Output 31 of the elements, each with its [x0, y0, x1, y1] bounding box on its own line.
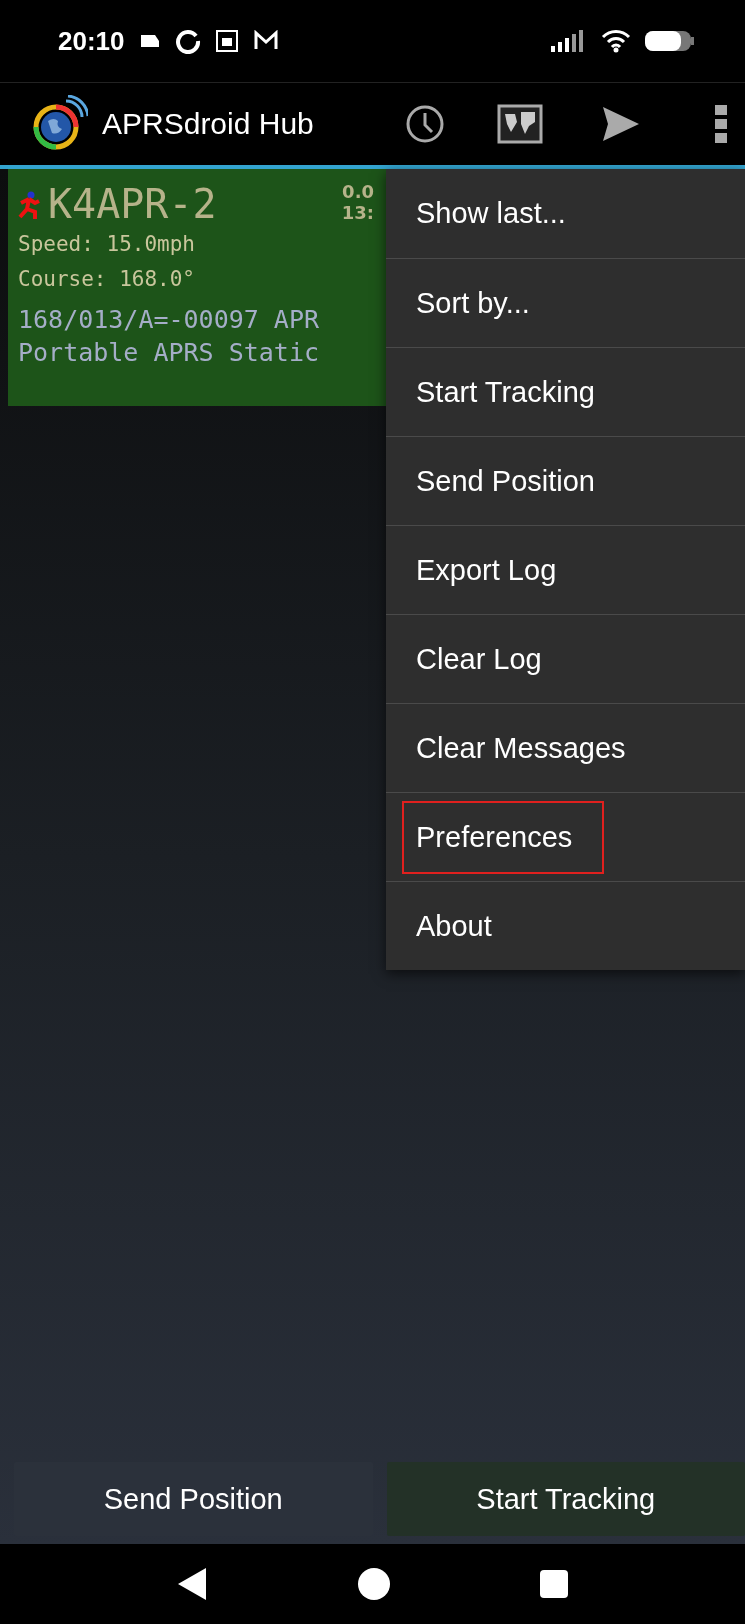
- mail-icon: [252, 30, 279, 52]
- menu-item[interactable]: Export Log: [402, 533, 589, 607]
- more-icon[interactable]: [715, 105, 727, 143]
- callsign: K4APR-2: [48, 181, 218, 227]
- menu-item[interactable]: Show last...: [402, 177, 598, 250]
- map-icon[interactable]: [497, 104, 543, 144]
- recents-icon[interactable]: [539, 1570, 568, 1598]
- menu-item[interactable]: Send Position: [402, 444, 627, 518]
- menu-item[interactable]: About: [402, 889, 524, 963]
- runner-icon: [18, 191, 40, 221]
- clock-icon[interactable]: [405, 104, 445, 144]
- back-icon[interactable]: [177, 1568, 208, 1600]
- app-title: APRSdroid Hub: [102, 107, 315, 141]
- calendar-icon: [214, 29, 239, 53]
- menu-item[interactable]: Sort by...: [402, 266, 562, 340]
- menu-item[interactable]: Preferences: [402, 800, 605, 874]
- station-detail: Speed: 15.0mph: [18, 231, 195, 258]
- time-text: 13:: [341, 202, 374, 223]
- distance-text: 0.0: [342, 181, 374, 202]
- wifi-icon: [601, 29, 631, 53]
- sync-icon: [174, 28, 201, 54]
- station-comment: 168/013/A=-00097 APR: [18, 304, 320, 336]
- station-comment: Portable APRS Static: [18, 337, 320, 369]
- home-icon[interactable]: [357, 1568, 390, 1600]
- battery-icon: [645, 29, 695, 53]
- action-button[interactable]: Start Tracking: [386, 1462, 745, 1536]
- menu-item[interactable]: Clear Messages: [402, 711, 658, 785]
- clock-time: 20:10: [58, 25, 125, 57]
- send-icon[interactable]: [603, 107, 639, 141]
- station-detail: Course: 168.0°: [18, 266, 195, 293]
- menu-item[interactable]: Clear Log: [402, 622, 574, 696]
